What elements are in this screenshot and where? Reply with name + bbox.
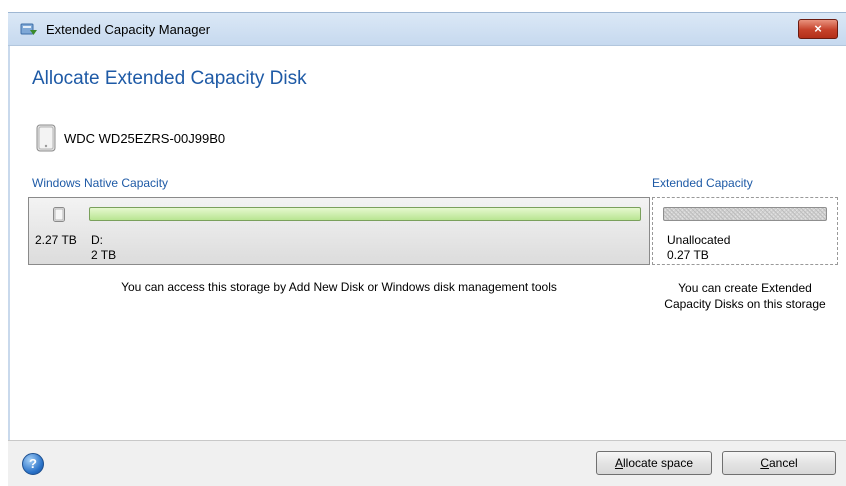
native-total-size: 2.27 TB bbox=[35, 233, 77, 247]
window-title: Extended Capacity Manager bbox=[46, 22, 211, 37]
unallocated-bar[interactable] bbox=[663, 207, 827, 221]
extended-message-line1: You can create Extended bbox=[678, 281, 812, 295]
close-icon: × bbox=[814, 21, 822, 36]
help-glyph: ? bbox=[29, 456, 37, 471]
cancel-label: ancel bbox=[768, 456, 798, 470]
extended-capacity-panel: Unallocated 0.27 TB bbox=[652, 197, 838, 265]
native-capacity-message: You can access this storage by Add New D… bbox=[121, 280, 557, 294]
title-bar[interactable]: Extended Capacity Manager × bbox=[8, 12, 846, 46]
help-icon[interactable]: ? bbox=[22, 453, 44, 475]
partition-size: 2 TB bbox=[91, 248, 117, 262]
cancel-mnemonic: C bbox=[760, 456, 769, 470]
unallocated-label: Unallocated bbox=[667, 233, 731, 247]
partition-d-bar[interactable] bbox=[89, 207, 641, 221]
unallocated-size: 0.27 TB bbox=[667, 248, 709, 262]
allocate-label: llocate space bbox=[622, 456, 694, 470]
page-title: Allocate Extended Capacity Disk bbox=[32, 68, 307, 89]
disk-name: WDC WD25EZRS-00J99B0 bbox=[64, 131, 226, 146]
allocate-mnemonic: A bbox=[614, 456, 623, 470]
small-disk-icon bbox=[53, 207, 65, 222]
partition-letter: D: bbox=[91, 233, 103, 247]
native-capacity-title: Windows Native Capacity bbox=[32, 176, 169, 190]
allocate-space-button[interactable]: Allocate space bbox=[596, 451, 712, 475]
cancel-button[interactable]: Cancel bbox=[722, 451, 836, 475]
hard-disk-icon bbox=[36, 124, 56, 152]
dialog-footer: ? Allocate space Cancel bbox=[8, 440, 846, 486]
extended-capacity-message: You can create Extended Capacity Disks o… bbox=[644, 280, 846, 312]
extended-message-line2: Capacity Disks on this storage bbox=[664, 297, 826, 311]
extended-capacity-manager-window: Extended Capacity Manager × Allocate Ext… bbox=[0, 0, 846, 486]
native-capacity-panel: 2.27 TB D: 2 TB bbox=[28, 197, 650, 265]
extended-capacity-title: Extended Capacity bbox=[652, 176, 753, 190]
close-button[interactable]: × bbox=[798, 19, 838, 39]
disk-manager-icon bbox=[20, 23, 37, 35]
window-frame-edge bbox=[8, 46, 10, 446]
